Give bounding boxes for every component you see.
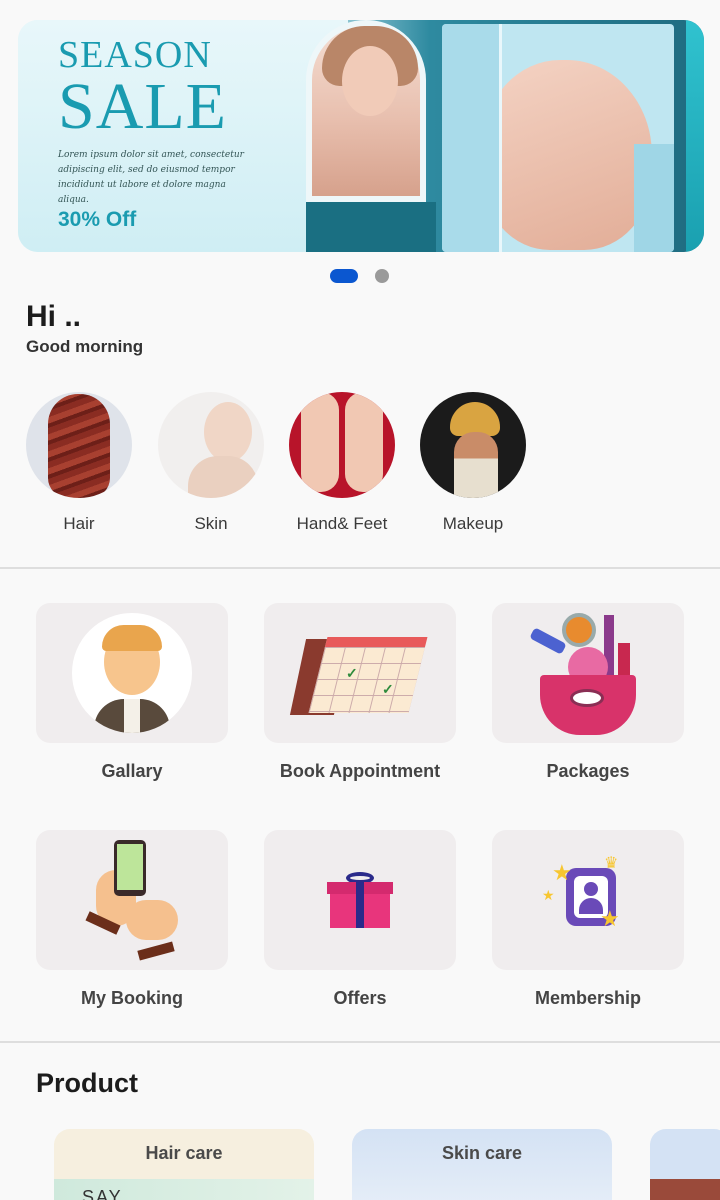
category-hair[interactable]: Hair <box>26 392 132 534</box>
category-label: Hair <box>63 514 95 533</box>
tile-label: Packages <box>546 761 630 781</box>
tile-label: My Booking <box>81 988 183 1008</box>
product-section-title: Product <box>36 1068 139 1098</box>
carousel-dot[interactable] <box>375 269 389 283</box>
tile-label: Offers <box>333 988 387 1008</box>
skin-category-image <box>158 392 264 498</box>
greeting-title: Hi .. <box>26 300 82 333</box>
category-label: Hand& Feet <box>296 514 388 533</box>
tile-label: Book Appointment <box>279 761 441 781</box>
carousel-dot-active[interactable] <box>330 269 358 283</box>
avatar-icon <box>72 613 192 733</box>
banner-decor-block <box>306 202 436 252</box>
banner-title-line1: SEASON <box>58 34 212 76</box>
calendar-icon: ✓ ✓ <box>289 633 428 715</box>
category-skin[interactable]: Skin <box>158 392 264 534</box>
makeup-category-image <box>420 392 526 498</box>
banner-model-photo <box>306 20 426 202</box>
tile-gallery[interactable]: Gallary <box>36 603 228 782</box>
tile-offers[interactable]: Offers <box>264 830 456 1009</box>
banner-body-text: Lorem ipsum dolor sit amet, consectetur … <box>58 150 244 205</box>
skin-care-image <box>412 1191 552 1200</box>
category-label: Skin <box>194 514 228 533</box>
phone-booking-icon <box>85 840 180 961</box>
greeting-subtitle: Good morning <box>26 337 144 356</box>
hand-feet-category-image <box>289 392 395 498</box>
gift-icon <box>327 872 393 928</box>
promo-banner[interactable]: SEASON SALE Lorem ipsum dolor sit amet, … <box>18 20 704 252</box>
tile-label: Membership <box>534 988 642 1008</box>
tile-membership[interactable]: ★ ★ ★ ♛ Membership <box>492 830 684 1009</box>
section-divider <box>0 567 720 569</box>
product-card-partial[interactable] <box>650 1129 720 1200</box>
banner-offer: 30% Off <box>58 208 137 231</box>
product-card-skin-care[interactable]: Skin care <box>352 1129 612 1200</box>
membership-card-icon: ★ ★ ★ ♛ <box>542 855 620 931</box>
tile-my-booking[interactable]: My Booking <box>36 830 228 1009</box>
makeup-bag-icon <box>528 613 648 737</box>
banner-closeup-photo <box>442 24 674 252</box>
product-image-text: SAY <box>82 1187 123 1200</box>
banner-edge-stripe <box>686 20 704 252</box>
product-card-label: Skin care <box>441 1143 523 1163</box>
product-card-hair-care[interactable]: Hair care SAY <box>54 1129 314 1200</box>
product-card-label: Hair care <box>145 1143 223 1163</box>
section-divider <box>0 1041 720 1043</box>
tile-book-appointment[interactable]: ✓ ✓ Book Appointment <box>264 603 456 782</box>
hair-category-image <box>26 392 132 498</box>
banner-title-line2: SALE <box>58 70 227 143</box>
product-card-image <box>650 1179 720 1200</box>
carousel-indicator[interactable] <box>0 269 720 283</box>
tile-packages[interactable]: Packages <box>492 603 684 782</box>
category-hand-feet[interactable]: Hand& Feet <box>289 392 395 534</box>
category-makeup[interactable]: Makeup <box>420 392 526 534</box>
tile-label: Gallary <box>101 761 163 781</box>
category-label: Makeup <box>442 514 504 533</box>
